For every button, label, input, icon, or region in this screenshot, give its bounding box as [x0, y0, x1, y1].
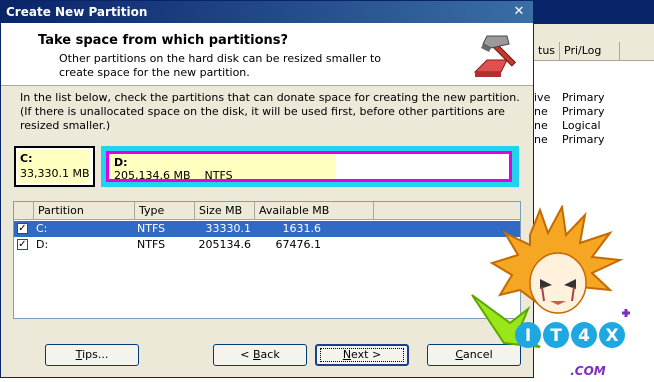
checkmark-icon: ✓	[18, 239, 27, 250]
column-available[interactable]: Available MB	[255, 202, 374, 219]
partition-d-letter: D:	[114, 156, 128, 169]
wizard-header: Take space from which partitions? Other …	[1, 23, 533, 86]
row-checkbox[interactable]: ✓	[17, 239, 28, 250]
hammer-partition-icon	[473, 35, 517, 77]
svg-text:.COM: .COM	[570, 364, 606, 378]
cell-size: 205134.6	[198, 238, 252, 251]
bg-prilog-cell: Primary	[562, 133, 605, 146]
cell-size: 33330.1	[205, 222, 252, 235]
partition-block-c[interactable]: C: 33,330.1 MB	[14, 146, 95, 187]
partition-map: C: 33,330.1 MB D: 205,134.6 MB NTFS	[13, 145, 521, 191]
dialog-title: Create New Partition	[6, 5, 148, 19]
cell-partition: C:	[36, 222, 48, 235]
bg-status-cell: ive	[534, 91, 551, 104]
instructions-text: In the list below, check the partitions …	[20, 91, 520, 132]
bg-status-cell: ne	[534, 133, 548, 146]
partition-block-d[interactable]: D: 205,134.6 MB NTFS	[106, 151, 512, 182]
column-type[interactable]: Type	[135, 202, 195, 219]
it4x-mascot-watermark: I T 4 X .COM	[471, 205, 630, 378]
svg-text:I: I	[525, 326, 531, 346]
partition-d-info: 205,134.6 MB NTFS	[114, 169, 233, 182]
column-pri-log[interactable]: Pri/Log	[560, 42, 620, 60]
cell-type: NTFS	[137, 238, 166, 251]
tips-button[interactable]: Tips...	[45, 344, 139, 366]
partition-block-d-extended[interactable]: D: 205,134.6 MB NTFS	[101, 146, 519, 187]
cancel-accelerator: C	[455, 348, 464, 361]
list-row-d[interactable]: ✓ D: NTFS 205134.6 67476.1	[14, 237, 520, 253]
checkmark-icon: ✓	[18, 223, 27, 234]
close-button[interactable]: ✕	[511, 4, 527, 20]
svg-text:4: 4	[578, 326, 590, 346]
back-label: ack	[260, 348, 280, 361]
back-button[interactable]: < Back	[213, 344, 307, 366]
cell-partition: D:	[36, 238, 49, 251]
svg-text:T: T	[550, 326, 562, 346]
cell-available: 1631.6	[282, 222, 322, 235]
bg-status-cell: ne	[534, 119, 548, 132]
back-prefix: <	[240, 348, 253, 361]
partition-c-letter: C:	[20, 152, 33, 165]
tips-label: ips...	[82, 348, 109, 361]
bg-status-cell: ne	[534, 105, 548, 118]
cell-type: NTFS	[137, 222, 166, 235]
bg-prilog-cell: Logical	[562, 119, 601, 132]
page-subtitle: Other partitions on the hard disk can be…	[59, 52, 382, 79]
it4x-logo: I T 4 X .COM	[515, 309, 630, 378]
dialog-title-bar[interactable]: Create New Partition ✕	[1, 1, 533, 23]
bg-prilog-cell: Primary	[562, 91, 605, 104]
background-toolbar	[520, 24, 654, 43]
row-checkbox[interactable]: ✓	[17, 223, 28, 234]
bg-prilog-cell: Primary	[562, 105, 605, 118]
create-partition-dialog: Create New Partition ✕ Take space from w…	[0, 0, 534, 378]
column-check[interactable]	[14, 202, 34, 219]
back-accelerator: B	[253, 348, 261, 361]
mascot-face-icon	[529, 252, 587, 314]
background-title-bar	[520, 0, 654, 24]
partition-c-info: 33,330.1 MB	[20, 167, 90, 180]
close-icon: ✕	[513, 4, 525, 19]
cell-available: 67476.1	[275, 238, 322, 251]
svg-text:X: X	[605, 326, 618, 346]
list-header: Partition Type Size MB Available MB	[14, 202, 520, 220]
column-status[interactable]: tus	[534, 42, 560, 60]
page-title: Take space from which partitions?	[38, 33, 289, 48]
focus-rectangle	[320, 348, 404, 362]
background-list-header: tus Pri/Log	[520, 42, 654, 61]
partition-list[interactable]: Partition Type Size MB Available MB ✓ C:…	[13, 201, 521, 319]
list-row-c[interactable]: ✓ C: NTFS 33330.1 1631.6	[14, 221, 520, 237]
next-button[interactable]: Next >	[315, 344, 409, 366]
column-partition[interactable]: Partition	[34, 202, 135, 219]
column-size[interactable]: Size MB	[195, 202, 255, 219]
